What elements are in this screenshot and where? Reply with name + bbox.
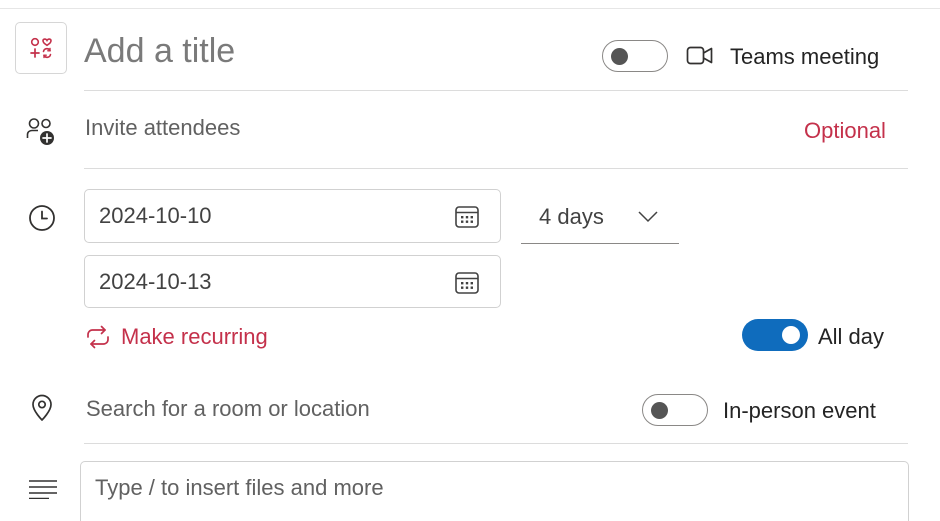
duration-value: 4 days <box>539 204 604 229</box>
people-add-icon <box>26 118 54 145</box>
end-date-input[interactable] <box>99 256 399 307</box>
all-day-toggle[interactable] <box>742 319 808 351</box>
end-date-field[interactable] <box>84 255 501 308</box>
body-editor[interactable] <box>80 461 909 521</box>
text-lines-icon <box>29 480 57 499</box>
make-recurring-button[interactable]: Make recurring <box>84 322 268 352</box>
all-day-label: All day <box>818 324 885 349</box>
in-person-toggle[interactable] <box>642 394 708 426</box>
top-divider <box>0 8 940 9</box>
clock-icon <box>29 205 55 231</box>
start-date-field[interactable] <box>84 189 501 243</box>
teams-meeting-toggle[interactable] <box>602 40 668 72</box>
calendar-icon[interactable] <box>454 204 480 230</box>
calendar-icon[interactable] <box>454 270 480 296</box>
location-divider <box>84 443 908 444</box>
title-input[interactable] <box>84 28 564 74</box>
chevron-down-icon <box>638 211 658 223</box>
category-button[interactable] <box>15 22 67 74</box>
toggle-knob <box>651 402 668 419</box>
repeat-icon <box>87 325 109 349</box>
teams-meeting-label: Teams meeting <box>730 44 880 69</box>
attendees-divider <box>84 168 908 169</box>
start-date-input[interactable] <box>99 190 399 242</box>
in-person-label: In-person event <box>723 398 876 423</box>
make-recurring-label: Make recurring <box>121 324 268 349</box>
categorize-icon <box>30 37 52 59</box>
duration-dropdown[interactable]: 4 days <box>521 190 679 244</box>
optional-attendees-link[interactable]: Optional <box>804 118 886 144</box>
location-pin-icon <box>32 394 52 421</box>
toggle-knob <box>611 48 628 65</box>
body-input[interactable] <box>95 472 795 504</box>
title-divider <box>84 90 908 91</box>
toggle-knob <box>782 326 800 344</box>
invite-attendees-input[interactable] <box>85 114 685 142</box>
video-camera-icon <box>686 46 713 65</box>
location-search-input[interactable] <box>86 395 586 423</box>
